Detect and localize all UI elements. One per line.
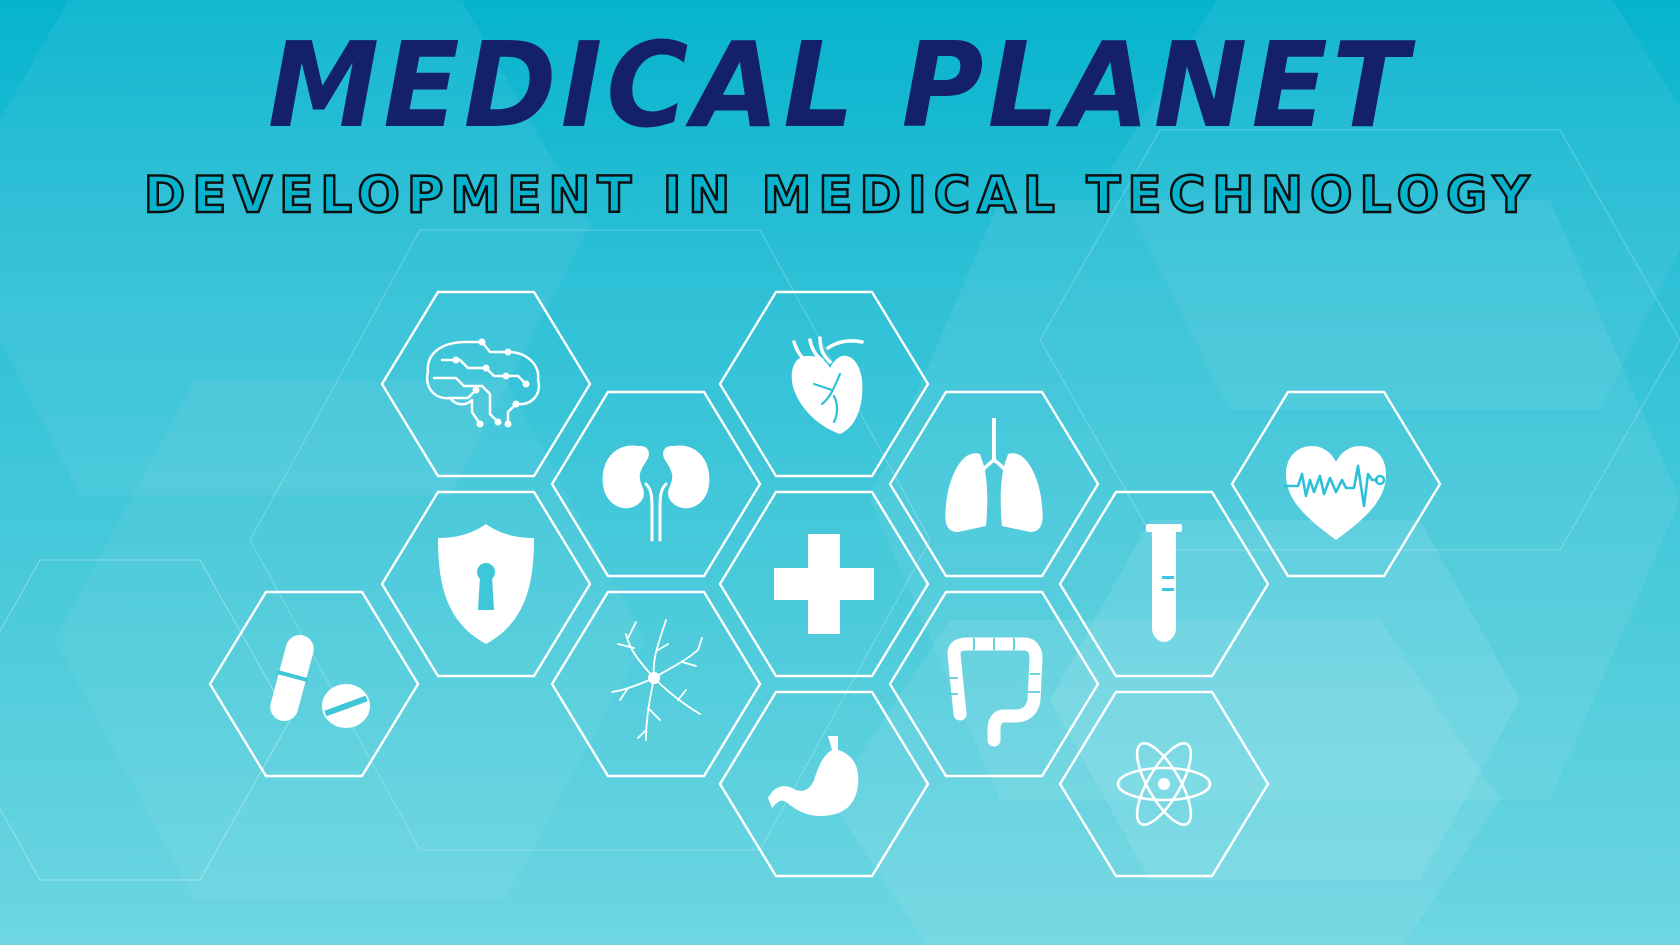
intestine-icon <box>947 637 1043 747</box>
hex-tile-shield <box>380 490 592 678</box>
hex-tile-atom <box>1058 690 1270 878</box>
hex-tile-cross <box>718 490 930 678</box>
pills-icon <box>270 635 370 728</box>
hex-tile-test-tube <box>1058 490 1270 678</box>
shield-lock-icon <box>438 524 534 644</box>
kidneys-icon <box>602 445 710 542</box>
heart-icon <box>791 336 864 434</box>
medical-hex-grid <box>208 290 1442 878</box>
hex-tile-intestine <box>888 590 1100 778</box>
hex-tile-kidneys <box>550 390 762 578</box>
heartbeat-icon <box>1284 446 1386 540</box>
hex-tile-stomach <box>718 690 930 878</box>
hex-tile-brain <box>380 290 592 478</box>
neuron-icon <box>611 619 703 741</box>
atom-icon <box>1116 742 1212 826</box>
hex-tile-pills <box>208 590 420 778</box>
medical-cross-icon <box>774 534 874 634</box>
stomach-icon <box>768 736 859 816</box>
hex-tile-heartbeat <box>1230 390 1442 578</box>
lungs-icon <box>945 418 1043 532</box>
hex-tile-neuron <box>550 590 762 778</box>
brain-circuit-icon <box>425 338 541 428</box>
test-tube-icon <box>1146 524 1182 642</box>
hex-tile-heart <box>718 290 930 478</box>
hex-tile-lungs <box>888 390 1100 578</box>
